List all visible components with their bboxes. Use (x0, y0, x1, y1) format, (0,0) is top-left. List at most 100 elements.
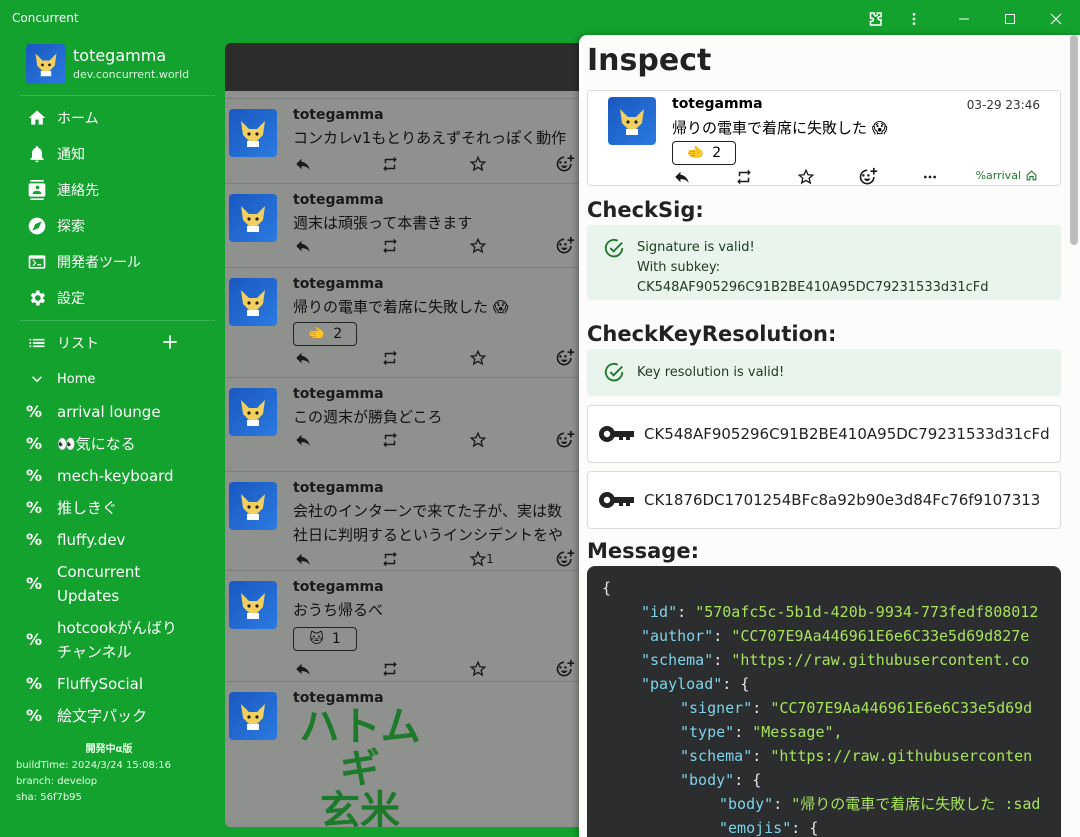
timeline-post[interactable]: totegamma 帰りの電車で着席に失敗した 😱 🫲 2 (225, 267, 585, 377)
nav-label: 設定 (57, 291, 85, 307)
avatar[interactable] (229, 388, 277, 436)
avatar[interactable] (229, 109, 277, 157)
add-reaction-icon[interactable] (555, 236, 575, 256)
timeline-post[interactable]: totegamma コンカレv1もとりあえずそれっぽく動作 (225, 98, 585, 183)
reply-icon[interactable] (293, 236, 313, 256)
star-icon[interactable] (468, 348, 488, 368)
nav-item-home[interactable]: ホーム (26, 106, 99, 130)
stream-item[interactable]: % 👀気になる (26, 432, 136, 456)
reroute-icon[interactable] (380, 549, 400, 569)
star-icon[interactable] (468, 154, 488, 174)
post-author[interactable]: totegamma (293, 107, 384, 123)
message-author[interactable]: totegamma (672, 96, 763, 112)
timeline-post[interactable]: totegamma 週末は頑張って本書きます (225, 183, 585, 267)
list-home-toggle[interactable]: Home (26, 367, 95, 391)
star-icon[interactable] (796, 167, 816, 187)
timeline-post[interactable]: totegammaハトムギ玄米月見草 (225, 681, 585, 827)
code-value: "Message", (752, 723, 843, 741)
post-author[interactable]: totegamma (293, 480, 384, 496)
gear-icon (26, 287, 48, 309)
avatar[interactable] (229, 692, 277, 740)
key-item[interactable]: CK548AF905296C91B2BE410A95DC79231533d31c… (587, 405, 1061, 463)
reply-icon[interactable] (293, 154, 313, 174)
checksig-heading: CheckSig: (587, 198, 704, 222)
stream-item[interactable]: % 推しきぐ (26, 496, 117, 520)
nav-item-contacts[interactable]: 連絡先 (26, 178, 99, 202)
avatar[interactable] (229, 194, 277, 242)
stream-item[interactable]: % 絵文字パック (26, 704, 147, 728)
stream-item[interactable]: % mech-keyboard (26, 464, 174, 488)
build-time: buildTime: 2024/3/24 15:08:16 (16, 760, 171, 771)
more-horiz-icon[interactable] (920, 167, 940, 187)
post-author[interactable]: totegamma (293, 386, 384, 402)
lists-header[interactable]: リスト (26, 331, 99, 355)
stream-label: FluffySocial (57, 675, 143, 693)
add-reaction-icon[interactable] (555, 549, 575, 569)
stream-label: 👀気になる (57, 435, 136, 453)
timeline-post[interactable]: totegamma この週末が勝負どころ (225, 377, 585, 471)
add-reaction-icon[interactable] (555, 348, 575, 368)
lists-label: リスト (57, 336, 99, 352)
reaction-emoji: 🐱 (309, 631, 324, 647)
avatar[interactable] (608, 97, 656, 145)
post-text: この週末が勝負どころ (293, 408, 443, 426)
nav-item-settings[interactable]: 設定 (26, 286, 85, 310)
reaction-chip[interactable]: 🫲 2 (293, 322, 357, 346)
stream-item[interactable]: % hotcookがんばりチャンネル (26, 616, 206, 664)
add-reaction-icon[interactable] (555, 659, 575, 679)
stream-item[interactable]: % Concurrent Updates (26, 560, 186, 608)
avatar[interactable] (26, 44, 66, 84)
post-author[interactable]: totegamma (293, 276, 384, 292)
add-reaction-icon[interactable] (858, 167, 878, 187)
message-date[interactable]: 03-29 23:46 (967, 98, 1040, 112)
key-item[interactable]: CK1876DC1701254BFc8a92b90e3d84Fc76f91073… (587, 471, 1061, 529)
reroute-icon[interactable] (380, 154, 400, 174)
star-icon[interactable] (468, 659, 488, 679)
checkkey-valid: Key resolution is valid! (637, 365, 785, 380)
reroute-icon[interactable] (380, 659, 400, 679)
post-author[interactable]: totegamma (293, 192, 384, 208)
reaction-chip[interactable]: 🐱 1 (293, 627, 357, 651)
star-icon[interactable] (468, 236, 488, 256)
code-value: { (740, 675, 750, 693)
key-icon (599, 492, 634, 508)
scrollbar[interactable] (1070, 35, 1078, 245)
reply-icon[interactable] (293, 659, 313, 679)
add-reaction-icon[interactable] (555, 430, 575, 450)
reply-icon[interactable] (293, 549, 313, 569)
post-actions: 1 (293, 549, 583, 569)
reply-icon[interactable] (293, 430, 313, 450)
close-icon[interactable] (1045, 8, 1067, 30)
reroute-icon[interactable] (380, 236, 400, 256)
stream-item[interactable]: % fluffy.dev (26, 528, 125, 552)
more-vert-icon[interactable] (903, 8, 925, 30)
reroute-icon[interactable] (380, 430, 400, 450)
reaction-chip[interactable]: 🫲 2 (672, 141, 736, 165)
timeline-post[interactable]: totegamma 会社のインターンで来てた子が、実は数 社日に判明するというインシ… (225, 471, 585, 570)
star-icon[interactable] (468, 430, 488, 450)
maximize-icon[interactable] (999, 8, 1021, 30)
avatar[interactable] (229, 278, 277, 326)
stream-item[interactable]: % FluffySocial (26, 672, 143, 696)
reroute-icon[interactable] (380, 348, 400, 368)
extension-icon[interactable] (864, 8, 886, 30)
timeline-link[interactable]: %arrival (976, 169, 1038, 182)
reroute-icon[interactable] (734, 167, 754, 187)
nav-item-explore[interactable]: 探索 (26, 214, 85, 238)
add-list-icon[interactable] (160, 332, 182, 354)
stream-item[interactable]: % arrival lounge (26, 400, 161, 424)
nav-label: 探索 (57, 219, 85, 235)
avatar[interactable] (229, 482, 277, 530)
timeline-post[interactable]: totegamma おうち帰るべ 🐱 1 (225, 570, 585, 681)
minimize-icon[interactable] (953, 8, 975, 30)
checksig-subkey: CK548AF905296C91B2BE410A95DC79231533d31c… (637, 280, 989, 295)
code-key: "body" (719, 795, 774, 813)
nav-item-notifications[interactable]: 通知 (26, 142, 85, 166)
reply-icon[interactable] (293, 348, 313, 368)
add-reaction-icon[interactable] (555, 154, 575, 174)
post-author[interactable]: totegamma (293, 579, 384, 595)
nav-item-devtools[interactable]: 開発者ツール (26, 250, 141, 274)
terminal-icon (26, 251, 48, 273)
avatar[interactable] (229, 581, 277, 629)
reply-icon[interactable] (672, 167, 692, 187)
